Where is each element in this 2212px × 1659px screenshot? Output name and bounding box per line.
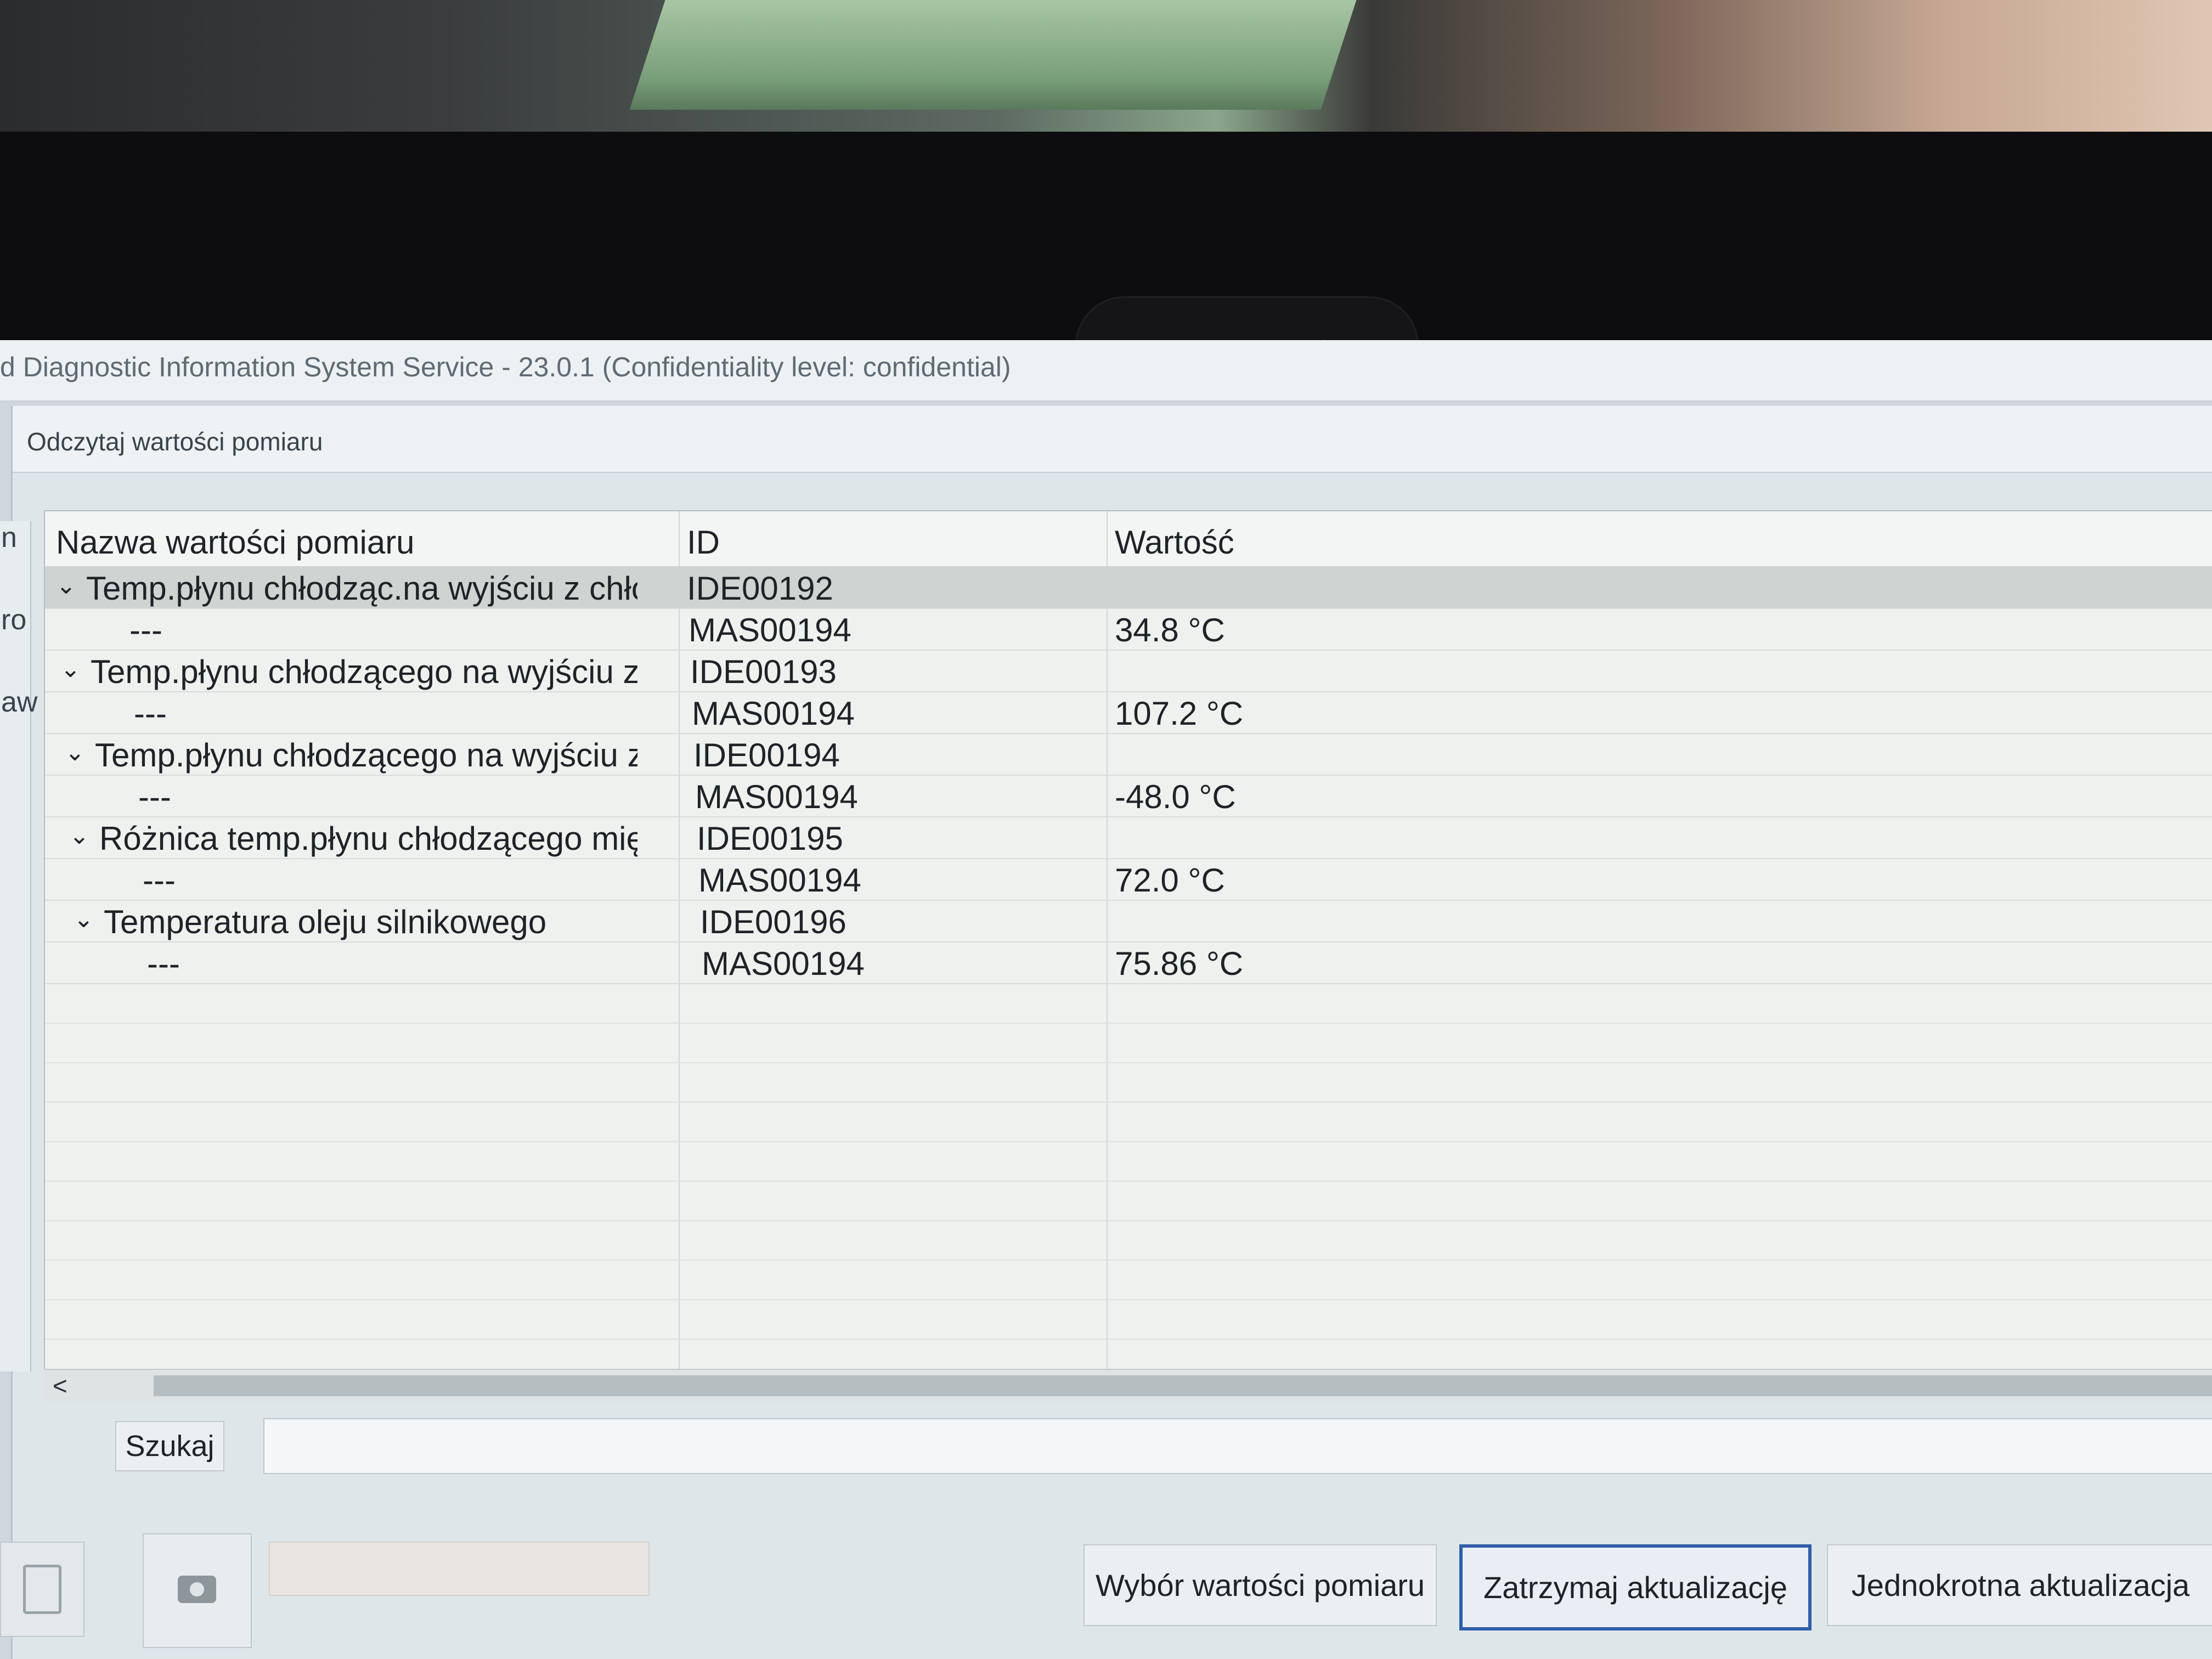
table-header: Nazwa wartości pomiaru ID Wartość bbox=[45, 511, 2212, 567]
cell-value: -48.0 °C bbox=[1115, 778, 1236, 815]
cell-id: MAS00194 bbox=[695, 778, 858, 815]
table-group-row[interactable]: ⌄ Temperatura oleju silnikowego IDE00196 bbox=[45, 900, 2212, 943]
table-group-row[interactable]: ⌄ Temp.płynu chłodząc.na wyjściu z chło ID… bbox=[45, 566, 2212, 609]
chevron-down-icon[interactable]: ⌄ bbox=[69, 822, 89, 850]
car-window bbox=[629, 0, 1357, 110]
cell-name: Temp.płynu chłodząc.na wyjściu z chło bbox=[86, 570, 637, 607]
dialog-title: Odczytaj wartości pomiaru bbox=[27, 427, 323, 456]
empty-table-row bbox=[45, 1220, 2212, 1261]
cell-id: IDE00196 bbox=[700, 904, 847, 940]
table-group-row[interactable]: ⌄ Temp.płynu chłodzącego na wyjściu z s ID… bbox=[45, 650, 2212, 692]
camera-icon bbox=[178, 1576, 216, 1603]
search-label: Szukaj bbox=[115, 1421, 224, 1471]
stop-update-button[interactable]: Zatrzymaj aktualizację bbox=[1459, 1544, 1812, 1630]
chevron-down-icon[interactable]: ⌄ bbox=[65, 738, 85, 766]
cell-name: Temperatura oleju silnikowego bbox=[104, 904, 547, 940]
cell-id: IDE00194 bbox=[693, 737, 840, 774]
column-header-id[interactable]: ID bbox=[687, 523, 720, 561]
cell-id: MAS00194 bbox=[692, 695, 855, 732]
cell-value: 75.86 °C bbox=[1115, 945, 1244, 982]
cell-value: 107.2 °C bbox=[1115, 695, 1244, 732]
cell-name: --- bbox=[134, 695, 167, 732]
single-update-button[interactable]: Jednokrotna aktualizacja bbox=[1827, 1544, 2212, 1626]
side-text-fragment: aw bbox=[1, 686, 38, 718]
cell-name: Różnica temp.płynu chłodzącego międz bbox=[99, 820, 637, 857]
empty-table-row bbox=[45, 1023, 2212, 1063]
document-icon bbox=[23, 1565, 61, 1614]
table-row[interactable]: --- MAS00194 -48.0 °C bbox=[45, 775, 2212, 817]
car-interior-background bbox=[0, 0, 2212, 143]
chevron-down-icon[interactable]: ⌄ bbox=[74, 905, 94, 933]
window-title: d Diagnostic Information System Service … bbox=[0, 352, 1011, 382]
cell-id: IDE00193 bbox=[690, 653, 837, 690]
empty-table-row bbox=[45, 1299, 2212, 1340]
cell-name: Temp.płynu chłodzącego na wyjściu z c bbox=[95, 737, 637, 774]
horizontal-scrollbar[interactable]: < bbox=[44, 1369, 2212, 1402]
cell-name: --- bbox=[129, 612, 162, 648]
scrollbar-thumb[interactable] bbox=[154, 1375, 2212, 1396]
empty-table-row bbox=[45, 983, 2212, 1024]
empty-table-row bbox=[45, 1141, 2212, 1182]
column-header-value[interactable]: Wartość bbox=[1115, 523, 1234, 561]
cell-id: MAS00194 bbox=[698, 862, 861, 899]
cell-name: --- bbox=[147, 945, 180, 982]
table-row[interactable]: --- MAS00194 72.0 °C bbox=[45, 858, 2212, 901]
scroll-left-icon[interactable]: < bbox=[53, 1371, 67, 1401]
dialog-header: Odczytaj wartości pomiaru bbox=[13, 406, 2212, 473]
cell-value: 72.0 °C bbox=[1115, 862, 1225, 899]
table-group-row[interactable]: ⌄ Różnica temp.płynu chłodzącego międz IDE… bbox=[45, 816, 2212, 859]
cell-name: --- bbox=[143, 862, 176, 899]
table-row[interactable]: --- MAS00194 34.8 °C bbox=[45, 608, 2212, 651]
cell-id: IDE00192 bbox=[687, 570, 833, 607]
cell-name: --- bbox=[138, 778, 171, 815]
select-measurement-values-button[interactable]: Wybór wartości pomiaru bbox=[1084, 1544, 1437, 1626]
measurement-table: Nazwa wartości pomiaru ID Wartość ⌄ Temp.… bbox=[44, 510, 2212, 1379]
search-input[interactable] bbox=[263, 1418, 2212, 1474]
window-titlebar: d Diagnostic Information System Service … bbox=[0, 340, 2212, 402]
empty-table-row bbox=[45, 1260, 2212, 1300]
side-text-fragment: n bbox=[1, 522, 17, 554]
empty-table-row bbox=[45, 1181, 2212, 1221]
side-text-fragment: ro bbox=[1, 604, 27, 636]
background-panel-strip: n ro aw bbox=[0, 521, 37, 1372]
screen: d Diagnostic Information System Service … bbox=[0, 340, 2212, 1659]
cell-value: 34.8 °C bbox=[1115, 612, 1225, 648]
table-row[interactable]: --- MAS00194 107.2 °C bbox=[45, 691, 2212, 734]
table-row[interactable]: --- MAS00194 75.86 °C bbox=[45, 941, 2212, 984]
cell-name: Temp.płynu chłodzącego na wyjściu z s bbox=[91, 653, 637, 690]
document-tool-button[interactable] bbox=[0, 1542, 84, 1637]
screenshot-button[interactable] bbox=[143, 1533, 252, 1648]
table-group-row[interactable]: ⌄ Temp.płynu chłodzącego na wyjściu z c ID… bbox=[45, 733, 2212, 776]
cell-id: MAS00194 bbox=[689, 612, 851, 648]
laptop-bezel bbox=[0, 132, 2212, 398]
column-header-name[interactable]: Nazwa wartości pomiaru bbox=[56, 523, 415, 561]
cell-id: MAS00194 bbox=[702, 945, 865, 982]
chevron-down-icon[interactable]: ⌄ bbox=[56, 572, 76, 600]
chevron-down-icon[interactable]: ⌄ bbox=[60, 655, 81, 683]
progress-bar bbox=[269, 1542, 650, 1596]
empty-table-row bbox=[45, 1102, 2212, 1142]
cell-id: IDE00195 bbox=[697, 820, 843, 857]
empty-table-row bbox=[45, 1062, 2212, 1103]
